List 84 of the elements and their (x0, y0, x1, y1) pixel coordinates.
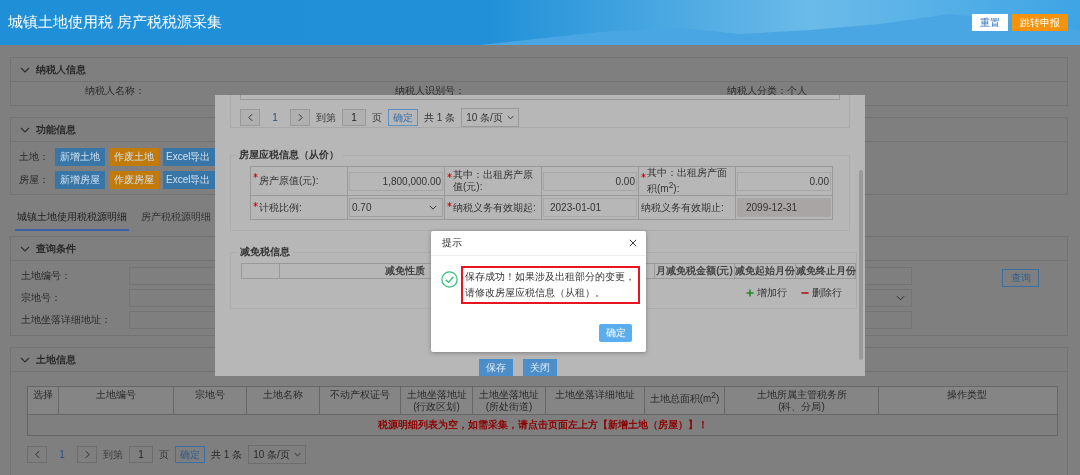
taxpayer-field: 纳税人分类：个人 (727, 83, 807, 98)
chevron-left-icon (247, 113, 253, 122)
chevron-down-icon (429, 205, 437, 211)
chevron-down-icon[interactable] (20, 356, 30, 363)
field-label: 房产原值(元): (251, 167, 348, 197)
column-header: 选择 (28, 387, 59, 414)
number-field[interactable]: 0.00 (737, 171, 831, 191)
chevron-down-icon (896, 295, 905, 301)
chevron-down-icon[interactable] (20, 66, 30, 73)
taxpayer-field: 纳税人名称： (85, 83, 145, 98)
field-label: 宗地号： (20, 291, 62, 305)
page-unit-label: 页 (159, 447, 169, 462)
field-label: 纳税义务有效期起: (445, 196, 542, 221)
check-circle-icon (441, 271, 458, 288)
column-header: 土地坐落详细地址 (546, 387, 645, 414)
page-size-select[interactable]: 10 条/页 (461, 108, 519, 127)
delete-row-link[interactable]: 删除行 (801, 286, 842, 301)
function-button[interactable]: 作废房屋 (109, 171, 159, 189)
field-label: 土地编号： (20, 269, 72, 283)
dialog-title: 提示 (442, 236, 462, 250)
confirm-page-button[interactable]: 确定 (388, 109, 418, 126)
field-label: 其中：出租房产面积(m$^{2}$): (639, 167, 736, 197)
section-title: 功能信息 (36, 122, 76, 137)
section-title: 查询条件 (36, 241, 76, 256)
column-header: 土地坐落地址 (所处街道) (473, 387, 546, 414)
date-field[interactable]: 2023-01-01 (543, 198, 637, 218)
column-header: 土地坐落地址 (行政区划) (401, 387, 473, 414)
empty-table-message: 税源明细列表为空，如需采集，请点击页面左上方【新增土地（房屋）】！ (377, 418, 708, 432)
panel-title: 房屋应税信息（从价） (238, 148, 340, 162)
dialog-button[interactable]: 保存 (478, 359, 513, 376)
column-header: 减免终止月份 (796, 264, 855, 279)
column-header: 月减免税金额(元) (655, 264, 735, 279)
field-label: 土地坐落详细地址： (20, 313, 112, 327)
page-number-input[interactable]: 1 (129, 446, 153, 463)
header-button[interactable]: 跳转申报 (1012, 14, 1068, 31)
chevron-left-icon (34, 450, 40, 459)
chevron-down-icon[interactable] (20, 126, 30, 133)
chevron-right-icon (297, 113, 303, 122)
column-header: 减免起始月份 (735, 264, 796, 279)
column-header: 操作类型 (946, 388, 988, 402)
dialog-button[interactable]: 关闭 (522, 359, 557, 376)
plus-icon (746, 289, 754, 298)
section-title: 纳税人信息 (36, 62, 86, 77)
page-number-input[interactable]: 1 (342, 109, 366, 126)
chevron-down-icon (293, 452, 301, 457)
confirm-button[interactable]: 确定 (599, 324, 632, 342)
tab[interactable]: 房产税税源明细 (139, 207, 213, 231)
goto-label: 到第 (316, 110, 336, 125)
page-unit-label: 页 (372, 110, 382, 125)
column-header: 土地编号 (59, 387, 174, 414)
column-header: 土地名称 (247, 387, 320, 414)
select-field[interactable]: 0.70 (349, 198, 443, 218)
current-page-number[interactable]: 1 (266, 112, 284, 123)
page-title: 城镇土地使用税 房产税税源采集 (8, 13, 223, 32)
taxpayer-field: 纳税人识别号： (395, 83, 465, 98)
tab[interactable]: 城镇土地使用税税源明细 (15, 207, 129, 231)
number-field[interactable]: 1,800,000.00 (349, 171, 443, 191)
field-label: 纳税义务有效期止: (639, 196, 736, 221)
chevron-right-icon (84, 450, 90, 459)
add-row-link[interactable]: 增加行 (746, 286, 787, 301)
column-header: 宗地号 (174, 387, 247, 414)
readonly-date-field: 2099-12-31 (737, 198, 831, 218)
function-button[interactable]: 作废土地 (109, 148, 159, 166)
alert-message: 保存成功！如果涉及出租部分的变更，请修改房屋应税信息（从租）。 (461, 266, 640, 304)
header-button[interactable]: 重置 (972, 14, 1008, 31)
chevron-down-icon[interactable] (20, 245, 30, 252)
close-icon[interactable] (629, 239, 637, 247)
function-button[interactable]: 新增土地 (55, 148, 105, 166)
function-button[interactable]: 新增房屋 (55, 171, 105, 189)
page-size-select[interactable]: 10 条/页 (248, 445, 306, 464)
section-title: 土地信息 (36, 352, 76, 367)
column-header: 不动产权证号 (320, 387, 401, 414)
field-label: 其中：出租房产原值(元): (445, 167, 542, 197)
column-header: 土地所属主管税务所 (科、分局) (725, 387, 879, 414)
row-label: 房屋： (19, 173, 50, 187)
column-header: 土地总面积(m$^{2}$) (645, 387, 725, 414)
chevron-down-icon (506, 115, 514, 120)
panel-title: 减免税信息 (239, 245, 291, 260)
number-field[interactable]: 0.00 (543, 171, 637, 191)
row-label: 土地： (19, 150, 50, 164)
current-page-number[interactable]: 1 (53, 449, 71, 460)
field-label: 计税比例: (251, 196, 348, 221)
total-count: 共 1 条 (424, 110, 456, 125)
total-count: 共 1 条 (211, 447, 243, 462)
